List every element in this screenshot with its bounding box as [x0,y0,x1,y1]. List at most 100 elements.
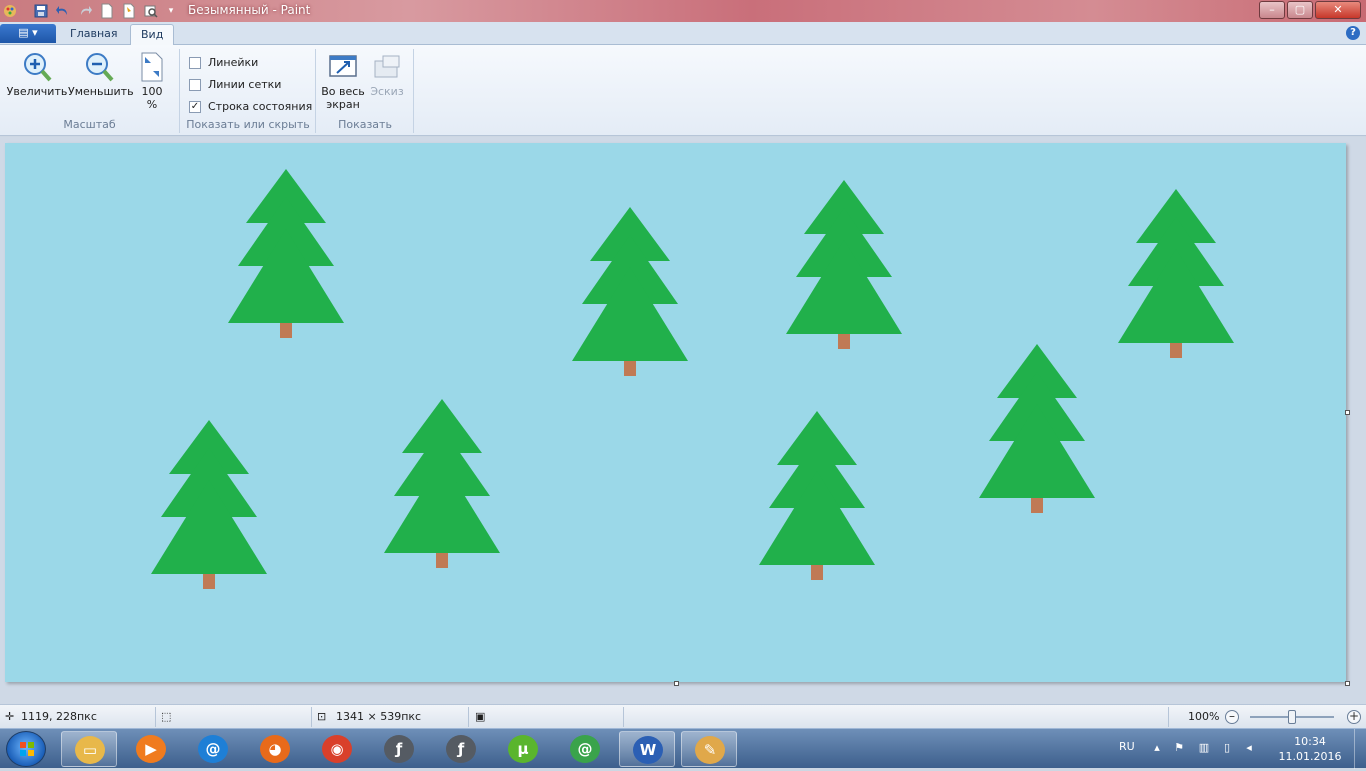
print-preview-icon[interactable] [143,3,159,19]
clock[interactable]: 10:34 11.01.2016 [1272,734,1348,764]
taskbar-item-explorer[interactable]: ▭ [61,731,117,767]
network-icon[interactable]: ▥ [1197,741,1211,755]
zoom-group-label: Масштаб [63,118,116,131]
statusbar-label: Строка состояния [208,100,313,113]
resize-handle-corner[interactable] [1345,681,1350,686]
tab-home[interactable]: Главная [60,24,128,46]
cursor-position: 1119, 228пкс [21,710,97,723]
fullscreen-label-top: Во весь [321,85,365,98]
fullscreen-button[interactable]: Во весь экран [321,51,365,111]
fullscreen-icon [327,51,359,83]
zoom-out-icon [83,51,115,83]
mail-agent-icon: @ [198,735,228,763]
thumbnail-button[interactable]: Эскиз [367,51,407,98]
tree-trunk [203,574,215,589]
show-hidden-icons[interactable]: ▴ [1150,741,1164,755]
zoom-out-small-button[interactable]: – [1225,710,1239,724]
properties-icon[interactable] [121,3,137,19]
tree-trunk [280,323,292,338]
gridlines-option[interactable]: Линии сетки [189,77,281,95]
statusbar-option[interactable]: ✓ Строка состояния [189,99,312,117]
volume-icon[interactable]: ◂ [1242,741,1256,755]
word-icon: W [633,736,663,764]
drawing-canvas[interactable] [5,143,1346,682]
rulers-option[interactable]: Линейки [189,55,258,73]
show-desktop-button[interactable] [1354,729,1366,769]
redo-icon[interactable] [77,3,93,19]
paint-menu-button[interactable]: ▤ ▾ [0,24,56,43]
taskbar-item-flash-1[interactable]: ƒ [371,731,427,767]
tree-trunk [436,553,448,568]
tree-trunk [811,565,823,580]
clock-time: 10:34 [1294,735,1326,748]
language-indicator[interactable]: RU [1119,740,1135,753]
rulers-checkbox[interactable] [189,57,201,69]
fir-tree [228,169,344,338]
media-player-icon: ▶ [136,735,166,763]
tree-trunk [1170,343,1182,358]
help-icon[interactable]: ? [1346,26,1360,40]
ribbon-tab-row: ▤ ▾ Главная Вид ? [0,22,1366,46]
windows-logo-icon [20,742,34,756]
show-hide-group: Линейки Линии сетки ✓ Строка состояния По… [181,49,316,133]
flash-1-icon: ƒ [384,735,414,763]
zoom-100-button[interactable]: 100 % [134,51,170,111]
chrome-icon: ◉ [322,735,352,763]
zoom-out-label: Уменьшить [68,85,134,98]
rulers-label: Линейки [208,56,259,69]
new-icon[interactable] [99,3,115,19]
taskbar-item-media-player[interactable]: ▶ [123,731,179,767]
maximize-button[interactable]: ▢ [1287,1,1313,19]
firefox-icon: ◕ [260,735,290,763]
resize-handle-right[interactable] [1345,410,1350,415]
customize-toolbar-icon[interactable]: ▾ [163,3,179,19]
taskbar-item-word[interactable]: W [619,731,675,767]
taskbar-item-flash-2[interactable]: ƒ [433,731,489,767]
flash-2-icon: ƒ [446,735,476,763]
explorer-icon: ▭ [75,736,105,764]
menu-icon: ▤ ▾ [18,26,38,39]
zoom-100-label-top: 100 [141,85,163,98]
tree-trunk [1031,498,1043,513]
tree-trunk [624,361,636,376]
start-button[interactable] [6,731,46,767]
statusbar-checkbox[interactable]: ✓ [189,101,201,113]
taskbar-item-utorrent[interactable]: µ [495,731,551,767]
battery-icon[interactable]: ▯ [1220,741,1234,755]
gridlines-checkbox[interactable] [189,79,201,91]
taskbar-item-icq-agent[interactable]: @ [557,731,613,767]
fir-tree [572,207,688,376]
close-button[interactable]: ✕ [1315,1,1361,19]
tab-view[interactable]: Вид [130,24,175,46]
resize-handle-bottom[interactable] [674,681,679,686]
file-size-icon: ▣ [475,710,486,723]
zoom-level: 100% [1188,710,1220,723]
zoom-in-small-button[interactable]: + [1347,710,1361,724]
image-size: 1341 × 539пкс [336,710,422,723]
taskbar-item-paint[interactable]: ✎ [681,731,737,767]
trees-drawing [151,169,1234,589]
minimize-button[interactable]: – [1259,1,1285,19]
clock-date: 11.01.2016 [1278,750,1342,763]
cursor-position-icon: ✛ [5,710,15,723]
taskbar-item-chrome[interactable]: ◉ [309,731,365,767]
fir-tree [759,411,875,580]
ribbon-view: Увеличить Уменьшить 100 % Масштаб Линейк… [0,45,1366,136]
undo-icon[interactable] [55,3,71,19]
status-bar: ✛ 1119, 228пкс ⬚ ⊡ 1341 × 539пкс ▣ 100% … [0,704,1366,728]
canvas-workspace[interactable] [0,137,1366,704]
zoom-group: Увеличить Уменьшить 100 % Масштаб [0,49,180,133]
zoom-slider-thumb[interactable] [1288,710,1296,724]
zoom-in-button[interactable]: Увеличить [6,51,68,98]
taskbar-item-firefox[interactable]: ◕ [247,731,303,767]
zoom-out-button[interactable]: Уменьшить [68,51,134,98]
tree-trunk [838,334,850,349]
save-icon[interactable] [33,3,49,19]
gridlines-label: Линии сетки [208,78,282,91]
page-icon [136,51,168,83]
fir-tree [384,399,500,568]
thumbnail-label: Эскиз [370,85,404,98]
utorrent-icon: µ [508,735,538,763]
action-center-icon[interactable]: ⚑ [1172,741,1186,755]
taskbar-item-mail-agent[interactable]: @ [185,731,241,767]
